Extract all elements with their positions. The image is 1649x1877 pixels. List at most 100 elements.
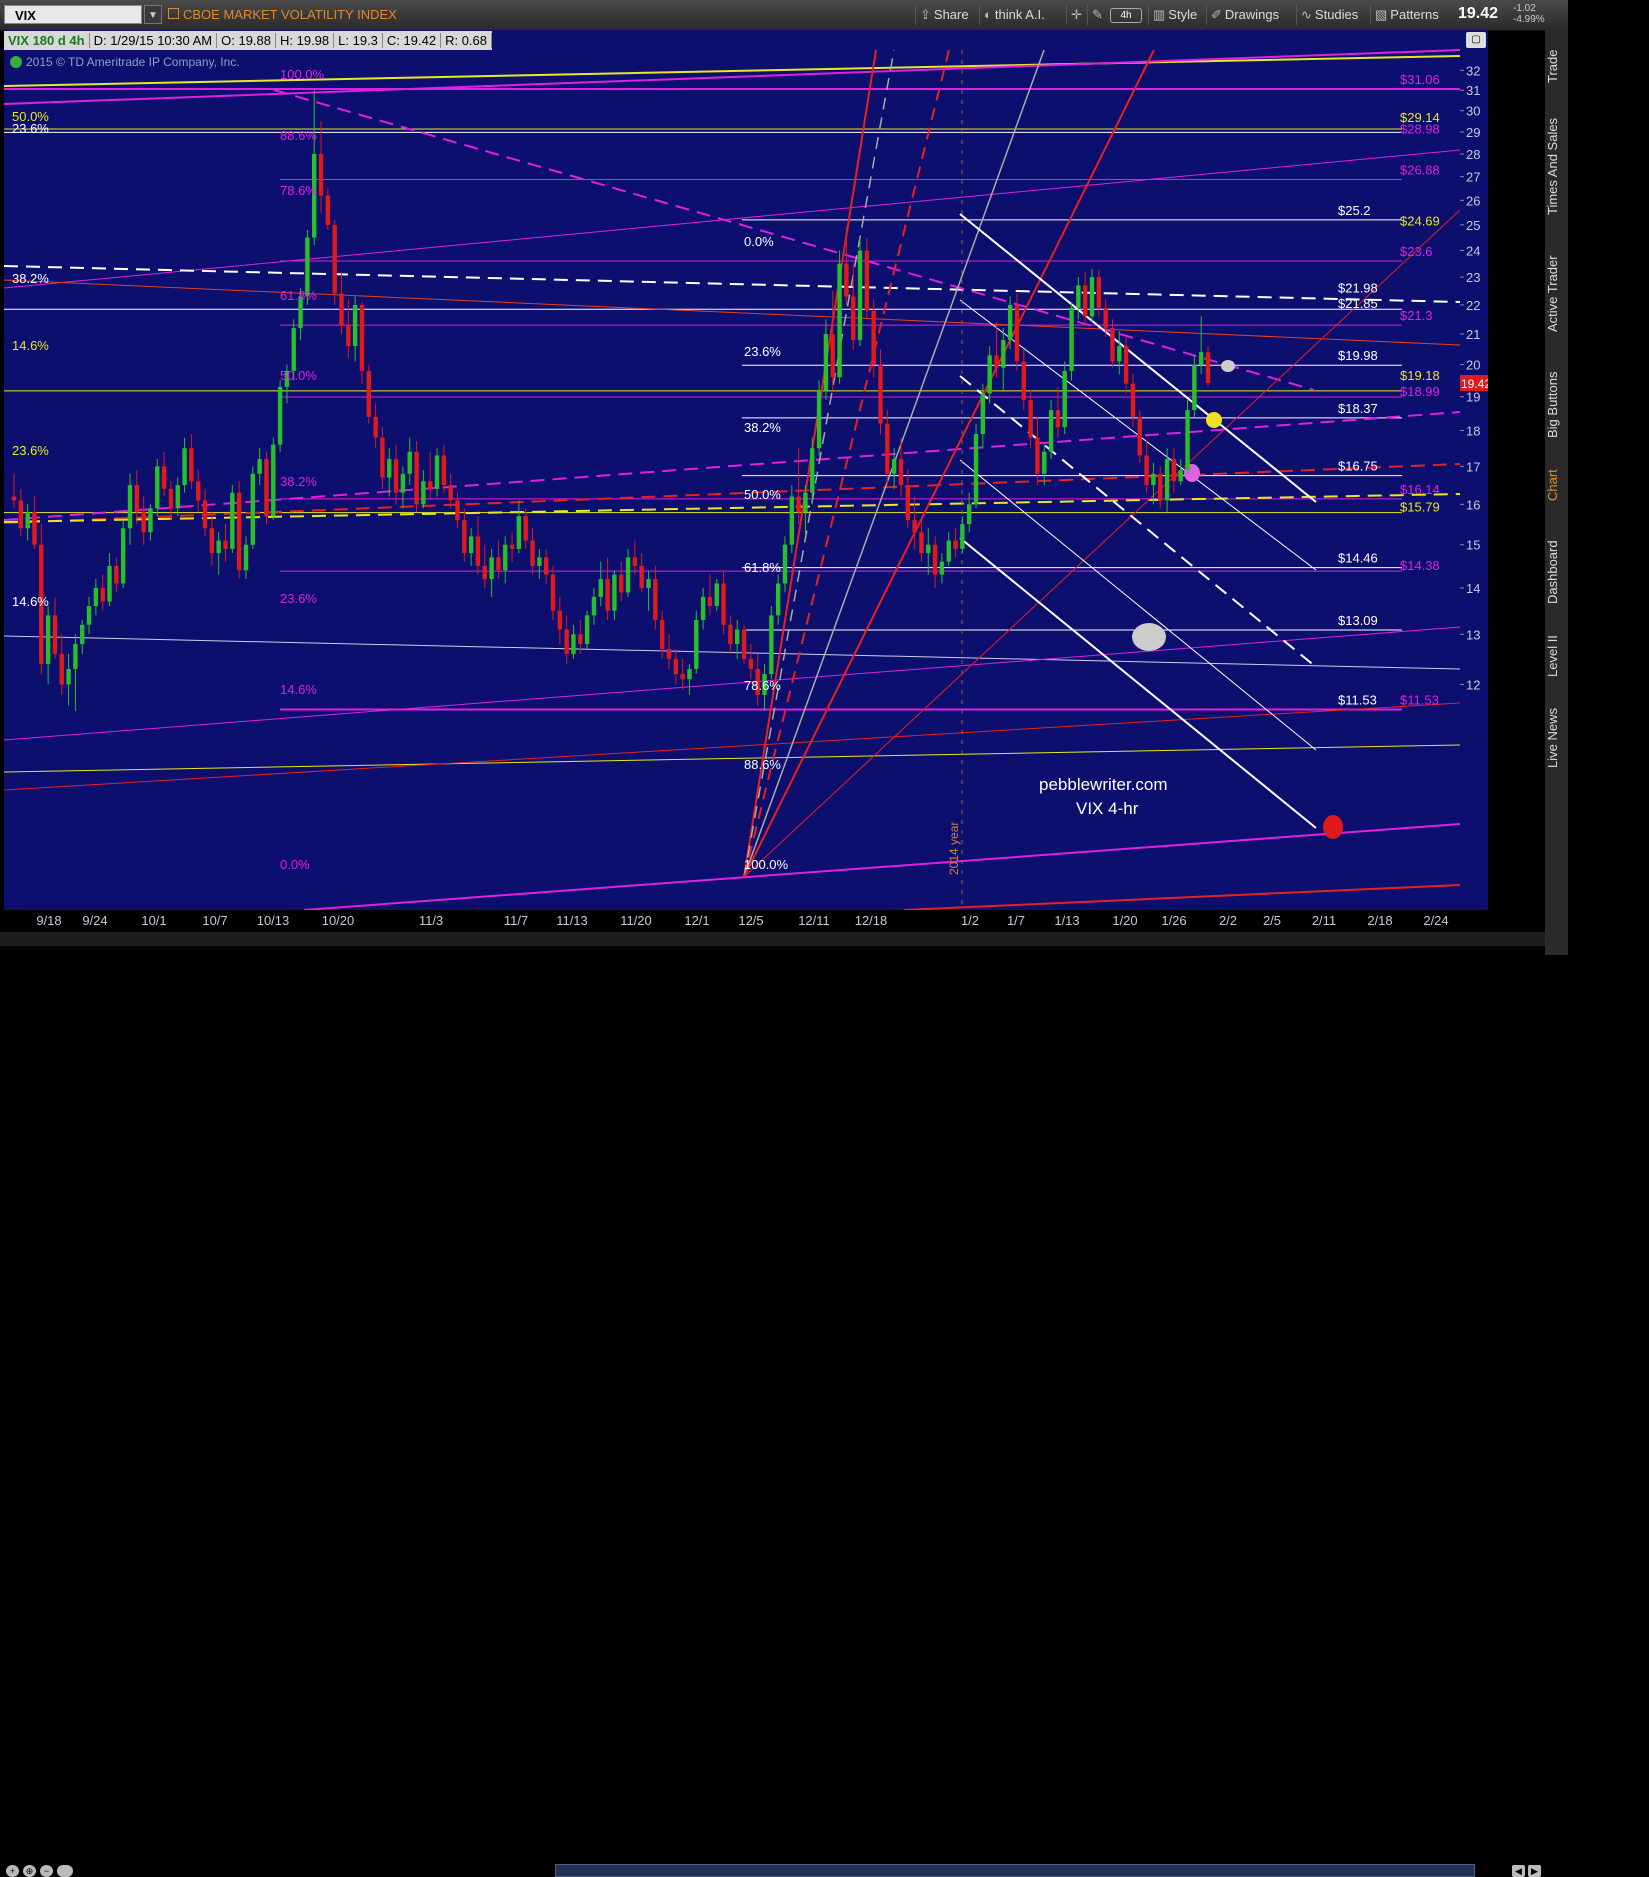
candle-body [591,596,597,616]
crosshair-tool-button[interactable]: ✛ [1066,5,1089,25]
y-tick-label: 22 [1466,298,1480,313]
y-tick-label: 24 [1466,243,1480,258]
sidebar-item-level-ii[interactable]: Level II [1545,624,1568,688]
chart-scrollbar[interactable] [555,1864,1475,1877]
x-tick-label: 11/3 [419,913,443,928]
fib-label-mid: 23.6% [744,344,781,359]
candle-body [796,496,801,513]
candle-body [66,668,71,685]
fib-label-magenta: 78.6% [280,183,317,198]
candle-body [857,250,863,341]
wrench-tool-button[interactable]: ✎ [1087,5,1110,25]
price-axis-svg: 12 13 14 15 16 17 18 19 20 21 22 23 24 25 26 27 28 29 30 31… [1460,63,1491,692]
zoom-out-icon[interactable]: − [40,1865,53,1877]
candle-body [332,224,337,294]
symbol-input[interactable]: VIX [4,5,142,24]
candle-body [550,574,556,611]
candle-body [1076,285,1081,308]
candle-body [700,596,706,621]
watermark-site: pebblewriter.com [1039,775,1168,794]
style-button[interactable]: ▥ Style [1148,5,1201,25]
think-ai-button[interactable]: ◐ think A.I. [979,5,1049,25]
candle-body [673,658,679,675]
candle-body [639,565,644,588]
trend-line [959,459,1317,751]
zoom-fit-icon[interactable]: ⊕ [23,1865,36,1877]
sidebar-item-trade[interactable]: Trade [1545,36,1568,96]
chart-area[interactable]: $31.06 $29.14 $28.98 $26.88 $25.2 $24.69 $23.6… [3,30,1461,911]
fib-label-magenta: 23.6% [280,591,317,606]
candle-body [714,583,719,607]
candle-body [127,485,133,529]
collapse-icon[interactable]: ▢ [1466,32,1486,48]
candle-body [932,544,938,575]
candle-body [571,634,576,654]
price-label: $23.6 [1400,244,1433,259]
candle-body [161,466,167,489]
y-tick-label: 28 [1466,147,1480,162]
price-chart[interactable]: $31.06$29.14$28.98$26.88$25.2$24.69$23.6… [3,30,1461,911]
candle-body [400,473,406,493]
price-label: $18.37 [1338,401,1378,416]
candle-body [864,250,870,311]
time-axis[interactable]: 9/18 9/24 10/1 10/7 10/13 10/20 11/3 11/7 11/13 1… [4,910,1488,932]
trend-line [903,884,1461,911]
y-tick-label: 16 [1466,497,1480,512]
x-tick-label: 9/18 [36,913,61,928]
candle-body [1062,370,1067,428]
y-tick-label: 30 [1466,104,1480,119]
info-symbol: VIX 180 d 4h [4,33,90,48]
candle-body [93,587,99,607]
candle-body [837,263,842,378]
share-button[interactable]: ⇪ Share [915,5,973,25]
aggregation-selector[interactable]: 4h [1110,8,1142,23]
price-label: $19.98 [1338,348,1378,363]
sidebar-item-times-and-sales[interactable]: Times And Sales [1545,106,1568,226]
candle-body [919,532,924,554]
candle-body [25,512,30,529]
sidebar-item-active-trader[interactable]: Active Trader [1545,240,1568,348]
copyright: 2015 © TD Ameritrade IP Company, Inc. [26,55,240,69]
candle-body [810,448,815,493]
candle-body [373,416,378,438]
candle-body [407,451,412,474]
think-icon: ◐ [984,7,992,22]
candle-body [52,615,58,654]
candle-body [120,528,126,584]
candle-body [1123,346,1129,384]
patterns-button[interactable]: ▧ Patterns [1370,5,1443,25]
price-axis[interactable]: 12 13 14 15 16 17 18 19 20 21 22 23 24 25 26 27 28 29 30 31… [1460,30,1491,910]
zoom-in-icon[interactable]: + [6,1865,19,1877]
reset-zoom-icon[interactable] [57,1865,73,1877]
candle-body [578,634,583,645]
sidebar-item-live-news[interactable]: Live News [1545,698,1568,778]
symbol-dropdown-icon[interactable]: ▼ [144,5,162,24]
x-tick-label: 2/5 [1263,913,1281,928]
candle-body [462,520,467,554]
candle-body [86,606,92,625]
candle-body [1137,416,1142,456]
candle-body [455,500,460,521]
drawings-button[interactable]: ✐ Drawings [1206,5,1283,25]
support-marker [1132,623,1166,651]
sidebar-item-dashboard[interactable]: Dashboard [1545,530,1568,614]
x-tick-label: 2/2 [1219,913,1237,928]
info-range: R: 0.68 [441,33,492,48]
scroll-right-icon[interactable]: ▶ [1528,1865,1541,1877]
price-label: $21.98 [1338,280,1378,295]
y-tick-label: 14 [1466,581,1480,596]
studies-button[interactable]: ∿ Studies [1296,5,1362,25]
sidebar-item-chart[interactable]: Chart [1545,460,1568,510]
dashed-channel-line [273,89,1315,391]
style-label: Style [1168,7,1198,22]
candle-body [250,473,255,545]
sidebar-item-big-buttons[interactable]: Big Buttons [1545,360,1568,450]
candle-body [646,579,651,588]
x-tick-label: 12/11 [798,913,830,928]
y-tick-label: 20 [1466,358,1480,373]
candle-body [885,423,890,474]
fib-label-magenta: 88.6% [280,128,317,143]
y-tick-label: 19 [1466,390,1480,405]
price-label: $31.06 [1400,72,1440,87]
scroll-left-icon[interactable]: ◀ [1512,1865,1525,1877]
